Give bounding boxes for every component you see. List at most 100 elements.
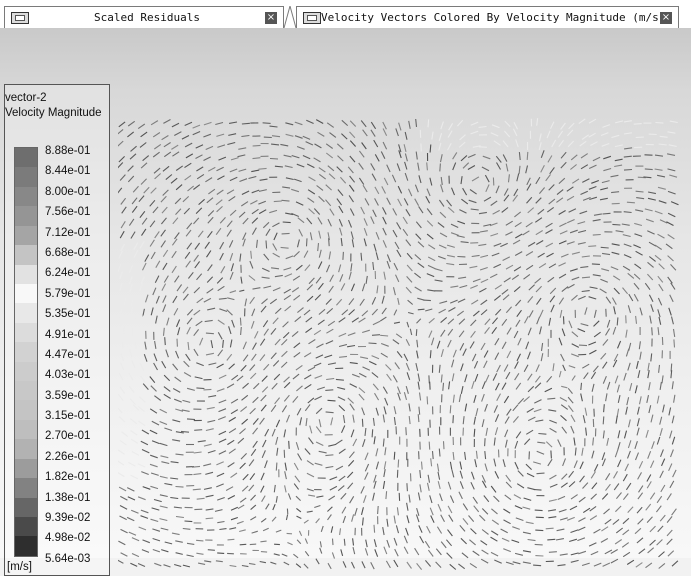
velocity-vector (579, 119, 585, 124)
velocity-vector (667, 530, 672, 536)
velocity-vector (316, 496, 323, 497)
velocity-vector (310, 426, 312, 434)
velocity-vector (118, 141, 123, 146)
velocity-vector (613, 276, 620, 280)
velocity-vector (282, 554, 288, 556)
velocity-vector (557, 529, 565, 531)
velocity-vector (416, 363, 418, 371)
velocity-vector (588, 342, 596, 345)
velocity-vector (204, 444, 212, 446)
velocity-vector (404, 198, 408, 205)
velocity-vector (120, 387, 125, 394)
velocity-vector (271, 268, 279, 269)
velocity-vector (457, 311, 463, 316)
velocity-vector (240, 429, 246, 434)
velocity-vector (420, 470, 421, 478)
velocity-vector (134, 243, 138, 250)
velocity-vector (252, 190, 260, 193)
velocity-vector (415, 185, 418, 193)
velocity-vector (602, 452, 605, 460)
legend-swatch (15, 536, 37, 555)
velocity-vector (162, 136, 169, 140)
velocity-vector (198, 441, 206, 442)
velocity-vector (207, 407, 215, 409)
velocity-vector (188, 272, 193, 278)
velocity-vector (559, 223, 566, 227)
velocity-vector (143, 156, 149, 161)
velocity-vector (414, 273, 420, 278)
velocity-vector (535, 530, 543, 531)
velocity-vector (314, 330, 321, 334)
velocity-vector (171, 462, 179, 463)
velocity-vector (151, 386, 157, 392)
velocity-vector (230, 340, 232, 348)
velocity-vector (607, 382, 609, 390)
velocity-vector (420, 393, 421, 401)
velocity-vector (274, 201, 282, 202)
velocity-vector (491, 486, 496, 492)
velocity-vector (638, 519, 644, 525)
velocity-vector (316, 442, 323, 446)
velocity-vector (165, 542, 172, 544)
velocity-vector (611, 267, 618, 270)
velocity-vector (231, 410, 238, 414)
tab-scaled-residuals[interactable]: Scaled Residuals × (4, 6, 284, 28)
velocity-vector (187, 318, 192, 324)
velocity-vector (516, 383, 521, 390)
velocity-vector (266, 504, 270, 510)
velocity-vector (240, 318, 241, 326)
graphics-viewport[interactable]: vector-2 Velocity Magnitude 8.88e-018.44… (0, 28, 691, 558)
velocity-vector (479, 288, 486, 292)
velocity-vector (351, 430, 354, 438)
velocity-vector (146, 295, 149, 303)
velocity-vector (474, 395, 476, 403)
velocity-vector (261, 486, 264, 493)
velocity-vector (384, 461, 386, 469)
velocity-vector (560, 398, 567, 402)
velocity-vector (341, 238, 342, 246)
velocity-vector (362, 419, 363, 427)
velocity-vector (526, 265, 533, 269)
velocity-vector (243, 383, 249, 388)
close-icon[interactable]: × (265, 12, 277, 24)
velocity-vector (615, 540, 622, 545)
velocity-vector (350, 132, 355, 138)
velocity-vector (604, 404, 605, 412)
velocity-vector (276, 530, 281, 532)
velocity-vector (549, 185, 555, 191)
velocity-vector (482, 530, 488, 535)
velocity-vector (196, 321, 203, 326)
velocity-vector (612, 244, 620, 246)
velocity-vector (274, 485, 275, 492)
velocity-vector (378, 506, 379, 514)
velocity-vector (261, 518, 266, 522)
velocity-vector (293, 374, 299, 379)
velocity-vector (603, 169, 611, 171)
velocity-vector (418, 309, 425, 310)
velocity-vector (567, 196, 574, 200)
velocity-vector (349, 185, 354, 192)
velocity-vector (216, 200, 222, 205)
velocity-vector (430, 350, 431, 358)
velocity-vector (186, 354, 191, 361)
velocity-vector (403, 217, 407, 224)
velocity-vector (636, 563, 643, 568)
velocity-vector (657, 396, 659, 404)
velocity-vector (616, 231, 624, 232)
velocity-vector (571, 155, 577, 160)
velocity-vector (318, 132, 325, 136)
velocity-vector (275, 308, 281, 313)
velocity-vector (606, 297, 611, 304)
velocity-vector (453, 452, 454, 460)
velocity-vector (578, 551, 586, 554)
tab-velocity-vectors[interactable]: Velocity Vectors Colored By Velocity Mag… (296, 6, 679, 28)
velocity-vector (655, 169, 663, 170)
velocity-vector (513, 562, 521, 564)
velocity-vector (271, 144, 279, 145)
close-icon[interactable]: × (660, 12, 672, 24)
velocity-vector (153, 152, 159, 157)
velocity-vector (275, 275, 283, 276)
velocity-vector (294, 251, 300, 257)
velocity-vector (143, 487, 151, 490)
velocity-vector (341, 493, 346, 499)
